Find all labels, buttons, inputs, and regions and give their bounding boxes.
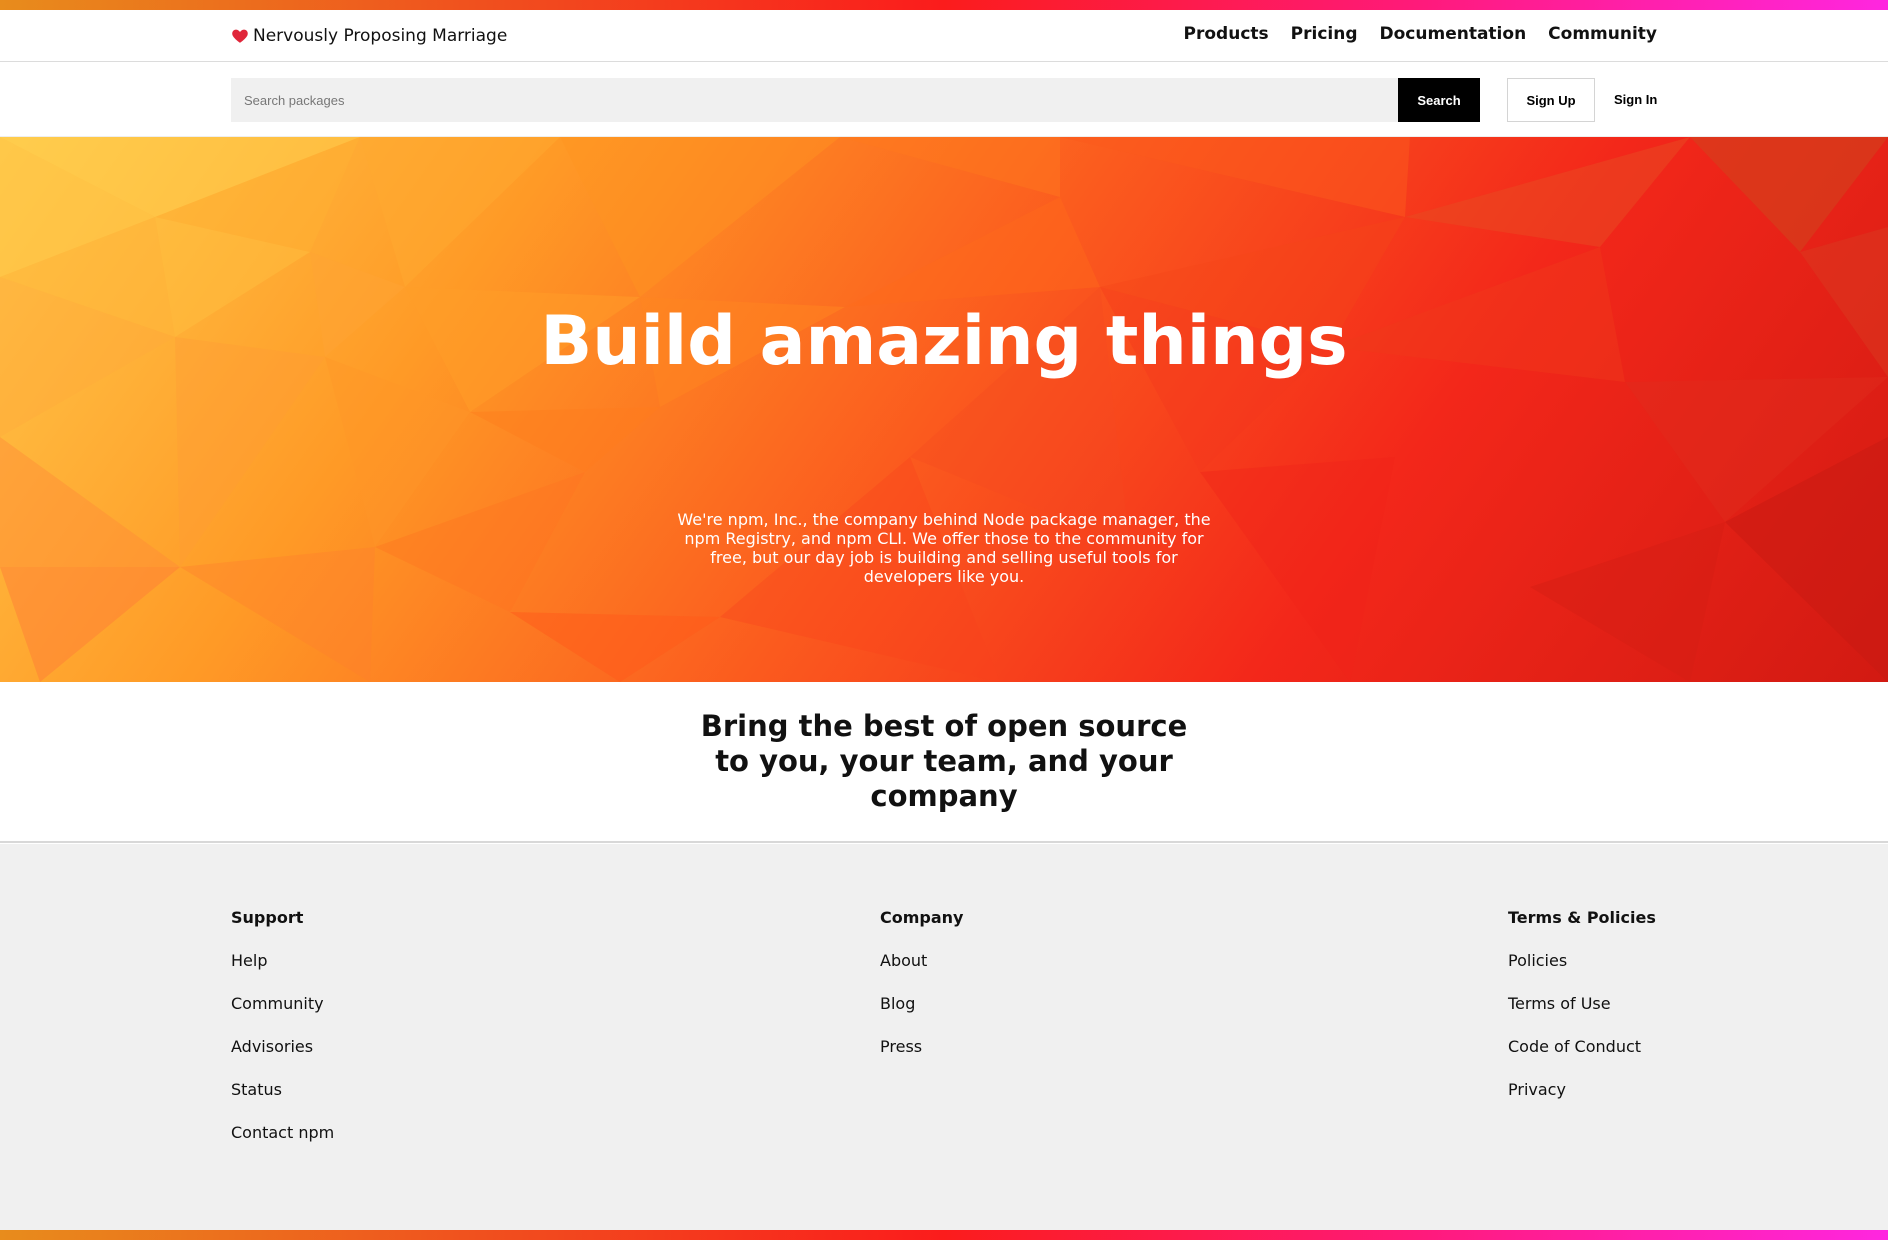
footer-link-advisories[interactable]: Advisories xyxy=(231,1037,334,1080)
nav-pricing[interactable]: Pricing xyxy=(1291,24,1358,44)
bottom-accent-stripe xyxy=(0,1230,1888,1240)
search-input[interactable] xyxy=(231,78,1398,122)
tagline-heading: Bring the best of open source to you, yo… xyxy=(700,709,1188,813)
search-bar: Search Sign Up Sign In xyxy=(0,63,1888,137)
search-button[interactable]: Search xyxy=(1398,78,1480,122)
heart-icon xyxy=(231,27,249,45)
site-header: Nervously Proposing Marriage Products Pr… xyxy=(0,10,1888,62)
footer-link-about[interactable]: About xyxy=(880,951,963,994)
tagline-section: Bring the best of open source to you, yo… xyxy=(0,682,1888,843)
footer-column-company: Company About Blog Press xyxy=(880,908,963,1080)
brand[interactable]: Nervously Proposing Marriage xyxy=(231,24,507,48)
hero-polygon-background xyxy=(0,137,1888,682)
sign-up-button[interactable]: Sign Up xyxy=(1507,78,1595,122)
footer-link-policies[interactable]: Policies xyxy=(1508,951,1656,994)
footer-heading-support: Support xyxy=(231,908,304,927)
main-nav: Products Pricing Documentation Community xyxy=(1184,24,1657,44)
footer-link-terms-of-use[interactable]: Terms of Use xyxy=(1508,994,1656,1037)
nav-documentation[interactable]: Documentation xyxy=(1380,24,1527,44)
nav-community[interactable]: Community xyxy=(1548,24,1657,44)
footer-link-community[interactable]: Community xyxy=(231,994,334,1037)
footer-link-privacy[interactable]: Privacy xyxy=(1508,1080,1656,1123)
hero-banner: Build amazing things We're npm, Inc., th… xyxy=(0,137,1888,682)
sign-in-link[interactable]: Sign In xyxy=(1614,78,1657,122)
footer-link-code-of-conduct[interactable]: Code of Conduct xyxy=(1508,1037,1656,1080)
brand-name: Nervously Proposing Marriage xyxy=(253,26,508,46)
hero-description: We're npm, Inc., the company behind Node… xyxy=(677,510,1211,586)
footer-link-help[interactable]: Help xyxy=(231,951,334,994)
footer-heading-company: Company xyxy=(880,908,964,927)
footer-heading-terms: Terms & Policies xyxy=(1508,908,1656,927)
hero-title: Build amazing things xyxy=(540,302,1348,381)
site-footer: Support Help Community Advisories Status… xyxy=(0,844,1888,1230)
footer-link-press[interactable]: Press xyxy=(880,1037,963,1080)
footer-column-terms: Terms & Policies Policies Terms of Use C… xyxy=(1508,908,1656,1123)
top-accent-stripe xyxy=(0,0,1888,10)
footer-link-status[interactable]: Status xyxy=(231,1080,334,1123)
footer-column-support: Support Help Community Advisories Status… xyxy=(231,908,334,1166)
nav-products[interactable]: Products xyxy=(1184,24,1269,44)
footer-link-contact[interactable]: Contact npm xyxy=(231,1123,334,1166)
footer-link-blog[interactable]: Blog xyxy=(880,994,963,1037)
